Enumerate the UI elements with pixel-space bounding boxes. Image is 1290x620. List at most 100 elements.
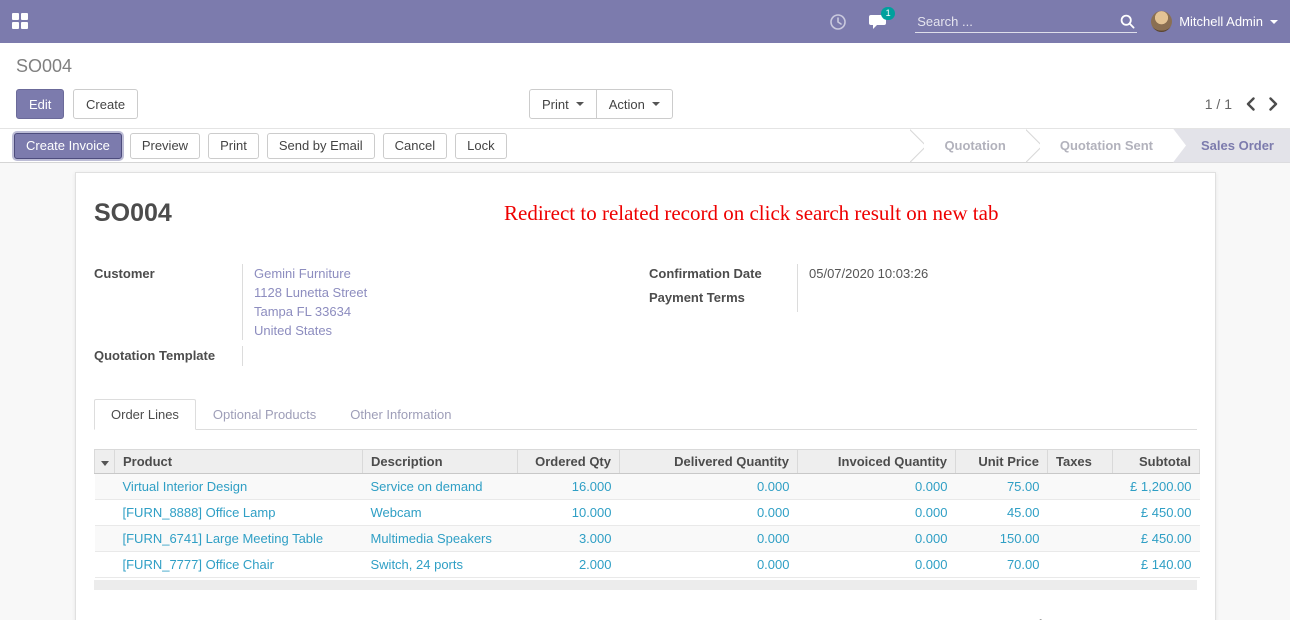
cell-subtotal[interactable]: £ 140.00 bbox=[1113, 552, 1200, 578]
cell-product[interactable]: [FURN_8888] Office Lamp bbox=[115, 500, 363, 526]
global-search bbox=[915, 11, 1137, 33]
row-handle-cell bbox=[95, 500, 115, 526]
order-line-row[interactable]: Virtual Interior DesignService on demand… bbox=[95, 474, 1200, 500]
cell-taxes[interactable] bbox=[1048, 500, 1113, 526]
cell-unit-price[interactable]: 150.00 bbox=[956, 526, 1048, 552]
apps-menu-icon[interactable] bbox=[12, 13, 29, 30]
messages-icon[interactable]: 1 bbox=[863, 7, 893, 37]
cell-description[interactable]: Service on demand bbox=[363, 474, 518, 500]
user-avatar bbox=[1151, 11, 1172, 32]
col-delivered-quantity[interactable]: Delivered Quantity bbox=[620, 450, 798, 474]
order-lines-header-row: Product Description Ordered Qty Delivere… bbox=[95, 450, 1200, 474]
annotation-text: Redirect to related record on click sear… bbox=[504, 201, 998, 226]
status-arrow-separator bbox=[910, 129, 924, 163]
cancel-button[interactable]: Cancel bbox=[383, 133, 447, 159]
col-ordered-qty[interactable]: Ordered Qty bbox=[518, 450, 620, 474]
cell-taxes[interactable] bbox=[1048, 552, 1113, 578]
tab-optional-products[interactable]: Optional Products bbox=[196, 399, 333, 430]
col-taxes[interactable]: Taxes bbox=[1048, 450, 1113, 474]
order-lines-table: Product Description Ordered Qty Delivere… bbox=[94, 449, 1200, 578]
cell-taxes[interactable] bbox=[1048, 474, 1113, 500]
quotation-template-label: Quotation Template bbox=[94, 346, 242, 366]
cell-unit-price[interactable]: 75.00 bbox=[956, 474, 1048, 500]
tab-order-lines[interactable]: Order Lines bbox=[94, 399, 196, 430]
payment-terms-value[interactable] bbox=[797, 288, 1197, 312]
cell-subtotal[interactable]: £ 450.00 bbox=[1113, 526, 1200, 552]
pager-value[interactable]: 1 / 1 bbox=[1205, 96, 1232, 112]
activities-clock-icon[interactable] bbox=[823, 7, 853, 37]
status-arrow-separator bbox=[1026, 129, 1040, 163]
send-by-email-button[interactable]: Send by Email bbox=[267, 133, 375, 159]
cell-description[interactable]: Webcam bbox=[363, 500, 518, 526]
chevron-down-icon bbox=[1270, 20, 1278, 24]
status-sales-order[interactable]: Sales Order bbox=[1173, 129, 1290, 163]
list-toggle-caret-icon[interactable] bbox=[95, 450, 115, 474]
preview-button[interactable]: Preview bbox=[130, 133, 200, 159]
cell-subtotal[interactable]: £ 1,200.00 bbox=[1113, 474, 1200, 500]
row-handle-cell bbox=[95, 526, 115, 552]
cell-subtotal[interactable]: £ 450.00 bbox=[1113, 500, 1200, 526]
cell-product[interactable]: [FURN_6741] Large Meeting Table bbox=[115, 526, 363, 552]
lock-button[interactable]: Lock bbox=[455, 133, 506, 159]
col-product[interactable]: Product bbox=[115, 450, 363, 474]
chevron-down-icon bbox=[576, 102, 584, 106]
search-input[interactable] bbox=[917, 14, 1120, 29]
print-button[interactable]: Print bbox=[208, 133, 259, 159]
statusbar: Create Invoice Preview Print Send by Ema… bbox=[0, 129, 1290, 163]
confirmation-date-label: Confirmation Date bbox=[649, 264, 797, 288]
action-dropdown-button[interactable]: Action bbox=[596, 89, 673, 119]
status-quotation-sent[interactable]: Quotation Sent bbox=[1040, 129, 1173, 163]
order-line-row[interactable]: [FURN_6741] Large Meeting TableMultimedi… bbox=[95, 526, 1200, 552]
status-pills: Quotation Quotation Sent Sales Order bbox=[910, 129, 1290, 163]
cell-taxes[interactable] bbox=[1048, 526, 1113, 552]
cell-ordered-qty[interactable]: 16.000 bbox=[518, 474, 620, 500]
user-menu[interactable]: Mitchell Admin bbox=[1151, 11, 1280, 32]
cell-delivered-quantity[interactable]: 0.000 bbox=[620, 474, 798, 500]
edit-button[interactable]: Edit bbox=[16, 89, 64, 119]
customer-label: Customer bbox=[94, 264, 242, 340]
table-footer-strip bbox=[94, 580, 1197, 590]
col-subtotal[interactable]: Subtotal bbox=[1113, 450, 1200, 474]
cell-delivered-quantity[interactable]: 0.000 bbox=[620, 500, 798, 526]
notebook-tabs: Order Lines Optional Products Other Info… bbox=[94, 399, 1197, 430]
cell-ordered-qty[interactable]: 3.000 bbox=[518, 526, 620, 552]
customer-street[interactable]: 1128 Lunetta Street bbox=[254, 283, 649, 302]
tab-other-information[interactable]: Other Information bbox=[333, 399, 468, 430]
cell-description[interactable]: Multimedia Speakers bbox=[363, 526, 518, 552]
create-invoice-button[interactable]: Create Invoice bbox=[14, 133, 122, 159]
cell-unit-price[interactable]: 45.00 bbox=[956, 500, 1048, 526]
cell-invoiced-quantity[interactable]: 0.000 bbox=[798, 474, 956, 500]
confirmation-date-value: 05/07/2020 10:03:26 bbox=[797, 264, 1197, 288]
customer-name-link[interactable]: Gemini Furniture bbox=[254, 264, 649, 283]
cell-delivered-quantity[interactable]: 0.000 bbox=[620, 552, 798, 578]
search-icon[interactable] bbox=[1120, 14, 1135, 29]
col-invoiced-quantity[interactable]: Invoiced Quantity bbox=[798, 450, 956, 474]
quotation-template-value[interactable] bbox=[242, 346, 649, 366]
pager-next-icon[interactable] bbox=[1269, 97, 1278, 111]
status-quotation[interactable]: Quotation bbox=[924, 129, 1025, 163]
messages-badge: 1 bbox=[881, 7, 895, 20]
order-line-row[interactable]: [FURN_8888] Office LampWebcam10.0000.000… bbox=[95, 500, 1200, 526]
cell-invoiced-quantity[interactable]: 0.000 bbox=[798, 552, 956, 578]
form-view-background: SO004 Redirect to related record on clic… bbox=[0, 163, 1290, 620]
print-dropdown-button[interactable]: Print bbox=[529, 89, 597, 119]
cell-ordered-qty[interactable]: 10.000 bbox=[518, 500, 620, 526]
cell-ordered-qty[interactable]: 2.000 bbox=[518, 552, 620, 578]
customer-country[interactable]: United States bbox=[254, 321, 649, 340]
pager-previous-icon[interactable] bbox=[1246, 97, 1255, 111]
cell-unit-price[interactable]: 70.00 bbox=[956, 552, 1048, 578]
customer-city[interactable]: Tampa FL 33634 bbox=[254, 302, 649, 321]
order-line-row[interactable]: [FURN_7777] Office ChairSwitch, 24 ports… bbox=[95, 552, 1200, 578]
cell-product[interactable]: [FURN_7777] Office Chair bbox=[115, 552, 363, 578]
payment-terms-label: Payment Terms bbox=[649, 288, 797, 312]
customer-value[interactable]: Gemini Furniture 1128 Lunetta Street Tam… bbox=[242, 264, 649, 340]
col-description[interactable]: Description bbox=[363, 450, 518, 474]
create-button[interactable]: Create bbox=[73, 89, 138, 119]
cell-description[interactable]: Switch, 24 ports bbox=[363, 552, 518, 578]
col-unit-price[interactable]: Unit Price bbox=[956, 450, 1048, 474]
cell-product[interactable]: Virtual Interior Design bbox=[115, 474, 363, 500]
cell-invoiced-quantity[interactable]: 0.000 bbox=[798, 500, 956, 526]
chevron-down-icon bbox=[652, 102, 660, 106]
cell-delivered-quantity[interactable]: 0.000 bbox=[620, 526, 798, 552]
cell-invoiced-quantity[interactable]: 0.000 bbox=[798, 526, 956, 552]
